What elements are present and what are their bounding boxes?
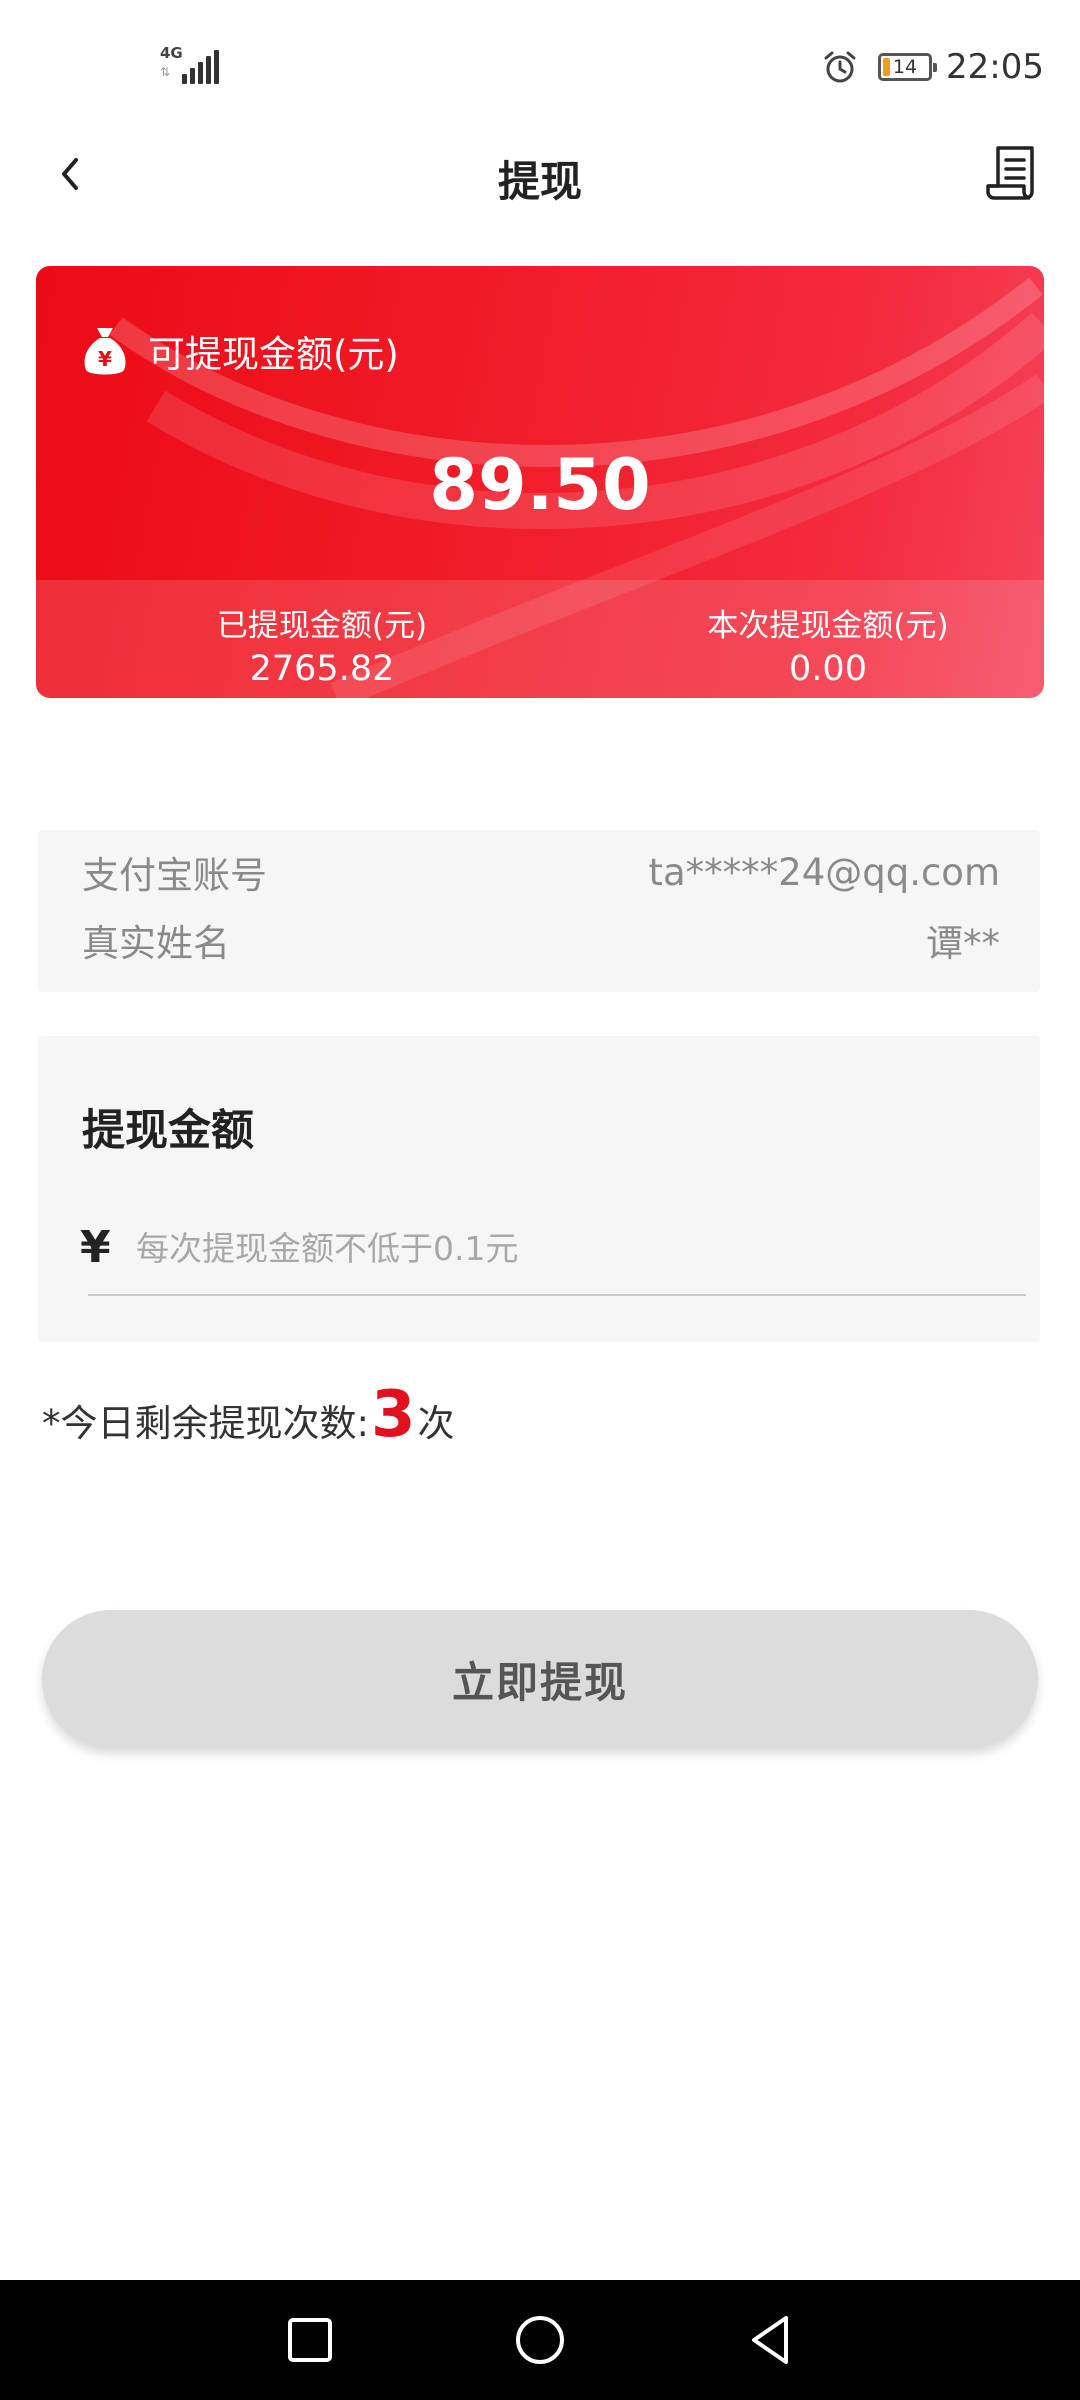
remaining-prefix: *今日剩余提现次数: xyxy=(42,1402,369,1445)
yen-icon: ¥ xyxy=(80,1222,111,1273)
money-bag-icon: ¥ xyxy=(84,328,126,375)
signal-icon: 4G ⇅ xyxy=(160,46,220,86)
battery-icon: 14 xyxy=(878,53,938,81)
system-nav-bar xyxy=(0,2280,1080,2400)
withdrawn-value: 2765.82 xyxy=(249,649,395,689)
triangle-back-icon[interactable] xyxy=(740,2310,800,2370)
header: 提现 xyxy=(0,130,1080,220)
available-amount: 89.50 xyxy=(429,444,651,526)
withdrawn-label: 已提现金额(元) xyxy=(216,608,428,644)
alipay-label: 支付宝账号 xyxy=(82,854,267,897)
remaining-suffix: 次 xyxy=(417,1402,455,1445)
withdrawn-stat: 已提现金额(元) 2765.82 xyxy=(112,606,532,692)
current-withdraw-value: 0.00 xyxy=(789,649,867,689)
balance-card: ¥ 可提现金额(元) 89.50 已提现金额(元) 2765.82 本次提现金额… xyxy=(36,266,1044,698)
signal-bars xyxy=(182,50,220,84)
account-info: 支付宝账号 ta*****24@qq.com 真实姓名 谭** xyxy=(38,830,1040,992)
remaining-count: *今日剩余提现次数: 3 次 xyxy=(42,1378,455,1452)
alipay-row: 支付宝账号 ta*****24@qq.com xyxy=(82,844,1000,900)
status-right: 14 22:05 xyxy=(822,44,1044,90)
withdraw-button-label: 立即提现 xyxy=(451,1658,628,1706)
circle-home-icon[interactable] xyxy=(510,2310,570,2370)
amount-underline xyxy=(88,1294,1026,1296)
available-label: ¥ 可提现金额(元) xyxy=(80,324,399,378)
network-sub-icon: ⇅ xyxy=(160,65,171,79)
network-type: 4G xyxy=(160,44,183,62)
clock-time: 22:05 xyxy=(946,47,1044,87)
square-recent-apps-icon[interactable] xyxy=(280,2310,340,2370)
withdraw-page: 4G ⇅ 14 22:05 提现 ¥ 可提现金额(元) 89.50 已提现金额(… xyxy=(0,0,1080,2400)
amount-form: 提现金额 ¥ xyxy=(38,1036,1040,1342)
amount-title: 提现金额 xyxy=(82,1106,254,1156)
real-name-value: 谭** xyxy=(926,922,1000,965)
withdraw-button[interactable]: 立即提现 xyxy=(42,1610,1038,1748)
receipt-list-icon[interactable] xyxy=(984,142,1042,206)
alipay-value: ta*****24@qq.com xyxy=(648,850,1000,894)
svg-text:¥: ¥ xyxy=(98,347,112,371)
page-title: 提现 xyxy=(497,157,582,206)
real-name-label: 真实姓名 xyxy=(82,922,230,965)
real-name-row: 真实姓名 谭** xyxy=(82,912,1000,968)
current-withdraw-label: 本次提现金额(元) xyxy=(707,608,949,644)
card-stats: 已提现金额(元) 2765.82 本次提现金额(元) 0.00 xyxy=(36,580,1044,698)
current-withdraw-stat: 本次提现金额(元) 0.00 xyxy=(618,606,1038,692)
battery-level: 14 xyxy=(892,55,918,78)
amount-input[interactable] xyxy=(136,1220,996,1276)
battery-fill xyxy=(883,58,891,76)
remaining-number: 3 xyxy=(370,1378,416,1452)
available-label-text: 可提现金额(元) xyxy=(148,333,399,376)
alarm-icon xyxy=(824,51,856,83)
status-bar: 4G ⇅ 14 22:05 xyxy=(0,0,1080,130)
